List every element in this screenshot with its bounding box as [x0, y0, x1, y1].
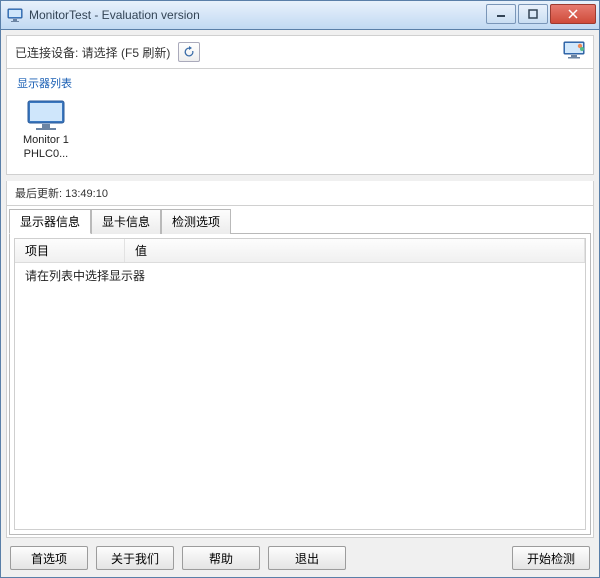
listview-header: 项目 值	[15, 239, 585, 263]
monitor-list-group: 显示器列表 Monitor 1 PHLC0...	[6, 69, 594, 175]
monitor-icon	[26, 99, 66, 131]
tab-area: 显示器信息 显卡信息 检测选项 项目 值 请在列表中选择显示器	[6, 206, 594, 538]
maximize-button[interactable]	[518, 4, 548, 24]
monitor-item-label: Monitor 1 PHLC0...	[23, 133, 69, 162]
monitor-item-line1: Monitor 1	[23, 133, 69, 147]
tab-strip: 显示器信息 显卡信息 检测选项	[9, 208, 591, 233]
help-button[interactable]: 帮助	[182, 546, 260, 570]
column-item[interactable]: 项目	[15, 239, 125, 262]
column-value[interactable]: 值	[125, 239, 585, 262]
refresh-button[interactable]	[178, 42, 200, 62]
tab-monitor-info[interactable]: 显示器信息	[9, 209, 91, 234]
button-row: 首选项 关于我们 帮助 退出 开始检测	[6, 538, 594, 572]
prefs-button[interactable]: 首选项	[10, 546, 88, 570]
monitor-item-line2: PHLC0...	[23, 147, 69, 161]
window-controls	[484, 4, 596, 24]
refresh-icon	[183, 46, 195, 58]
info-listview[interactable]: 项目 值 请在列表中选择显示器	[14, 238, 586, 530]
empty-message: 请在列表中选择显示器	[25, 267, 575, 284]
app-icon	[7, 7, 23, 23]
last-update-time: 13:49:10	[65, 188, 108, 200]
tab-gpu-info[interactable]: 显卡信息	[91, 209, 161, 234]
tab-test-options[interactable]: 检测选项	[161, 209, 231, 234]
window-title: MonitorTest - Evaluation version	[29, 8, 200, 22]
client-area: 已连接设备: 请选择 (F5 刷新) 显示器列表 Monitor 1 PHLC0…	[0, 30, 600, 578]
about-button[interactable]: 关于我们	[96, 546, 174, 570]
connected-device-label: 已连接设备: 请选择 (F5 刷新)	[15, 44, 170, 61]
exit-button[interactable]: 退出	[268, 546, 346, 570]
last-update-label: 最后更新:	[15, 188, 62, 200]
last-update-bar: 最后更新: 13:49:10	[6, 181, 594, 206]
monitor-small-icon	[563, 41, 585, 59]
close-button[interactable]	[550, 4, 596, 24]
spacer	[354, 546, 504, 570]
monitor-list-title: 显示器列表	[15, 73, 585, 95]
start-test-button[interactable]: 开始检测	[512, 546, 590, 570]
titlebar: MonitorTest - Evaluation version	[0, 0, 600, 30]
connected-device-bar: 已连接设备: 请选择 (F5 刷新)	[6, 35, 594, 69]
tab-content: 项目 值 请在列表中选择显示器	[9, 233, 591, 535]
minimize-button[interactable]	[486, 4, 516, 24]
monitor-item[interactable]: Monitor 1 PHLC0...	[15, 95, 77, 166]
listview-body: 请在列表中选择显示器	[15, 263, 585, 288]
